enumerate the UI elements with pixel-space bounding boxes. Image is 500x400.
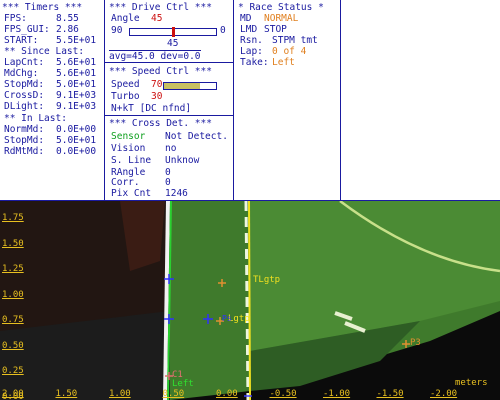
angle-value: 45	[151, 13, 163, 24]
fps-gui-label: FPS_GUI:	[4, 24, 50, 35]
speed-label: Speed	[111, 79, 140, 90]
sensor-value: Not Detect.	[165, 131, 228, 142]
since-last-header: ** Since Last:	[4, 46, 85, 57]
crossd-label: CrossD:	[4, 90, 45, 101]
cross-det-header: *** Cross Det. ***	[109, 118, 212, 129]
race-status-header: * Race Status *	[238, 2, 324, 13]
lap-label: Lap:	[240, 46, 263, 57]
rsn-label: Rsn.	[240, 35, 263, 46]
angle-label: Angle	[111, 13, 140, 24]
in-last-header: ** In Last:	[4, 113, 67, 124]
start-label: START:	[4, 35, 39, 46]
y-tick-label: 0.25	[2, 366, 24, 376]
lmd-value: STOP	[264, 24, 287, 35]
cross-divider	[105, 115, 233, 116]
drive-divider	[105, 62, 233, 63]
lmd-label: LMD	[240, 24, 258, 35]
telemetry-panel: *** Timers *** FPS: 8.55 FPS_GUI: 2.86 S…	[0, 0, 500, 200]
dlight-label: DLight:	[4, 101, 45, 112]
vision-value: no	[165, 143, 177, 154]
angle-slider[interactable]	[129, 27, 217, 37]
x-tick-label: -0.50	[269, 389, 297, 399]
lapcnt-value: 5.6E+01	[56, 57, 97, 68]
lap-value: 0 of 4	[272, 46, 307, 57]
y-tick-label: 0.75	[2, 315, 24, 325]
start-value: 5.5E+01	[56, 35, 97, 46]
angle-slider-max: 0	[220, 25, 226, 36]
lapcnt-label: LapCnt:	[4, 57, 45, 68]
x-tick-label: 1.00	[109, 389, 131, 399]
speed-value: 70	[151, 79, 163, 90]
tlgtp-label: TLgtp	[253, 275, 281, 285]
corr-value: 0	[165, 177, 171, 188]
angle-slider-thumb[interactable]	[172, 27, 175, 37]
fps-gui-value: 2.86	[56, 24, 79, 35]
angle-slider-value: 45	[167, 38, 179, 49]
x-tick-label: 0.00	[216, 389, 238, 399]
rdmtmd-value: 0.0E+00	[56, 146, 97, 157]
sline-label: S. Line	[111, 155, 152, 166]
turbo-label: Turbo	[111, 91, 140, 102]
fps-label: FPS:	[4, 13, 27, 24]
fps-value: 8.55	[56, 13, 79, 24]
normmd-value: 0.0E+00	[56, 124, 97, 135]
pixcnt-value: 1246	[165, 188, 188, 199]
y-tick-label: 1.00	[2, 289, 24, 300]
crossd-value: 9.1E+03	[56, 90, 97, 101]
stopmd2-value: 5.0E+01	[56, 135, 97, 146]
y-tick-label: 1.50	[2, 238, 24, 249]
angle-slider-min: 90	[111, 25, 123, 36]
dlight-value: 9.1E+03	[56, 101, 97, 112]
take-label: Take:	[240, 57, 269, 68]
rsn-value: STPM tmt	[272, 35, 318, 46]
speed-ctrl-header: *** Speed Ctrl ***	[109, 66, 212, 77]
speed-bar[interactable]	[163, 82, 217, 90]
mdchg-label: MdChg:	[4, 68, 39, 79]
stopmd2-label: StopMd:	[4, 135, 45, 146]
stopmd-value: 5.0E+01	[56, 79, 97, 90]
take-value: Left	[272, 57, 295, 68]
rdmtmd-label: RdMtMd:	[4, 146, 45, 157]
drive-ctrl-header: *** Drive Ctrl ***	[109, 2, 212, 13]
md-value: NORMAL	[264, 13, 299, 24]
y-tick-label: 1.75	[2, 213, 24, 223]
left-label: Left	[172, 379, 194, 389]
x-tick-label: 2.00	[2, 389, 24, 399]
corr-label: Corr.	[111, 177, 140, 188]
separator	[340, 0, 341, 200]
x-tick-label: -1.00	[323, 389, 351, 399]
speed-bar-fill	[164, 83, 201, 89]
x-tick-label: -2.00	[430, 389, 458, 399]
x-tick-label: 0.50	[162, 389, 185, 399]
timers-panel: *** Timers *** FPS: 8.55 FPS_GUI: 2.86 S…	[0, 0, 104, 200]
race-status-panel: * Race Status * MD NORMAL LMD STOP Rsn. …	[234, 0, 340, 200]
mdchg-value: 5.6E+01	[56, 68, 97, 79]
x-tick-label: -1.50	[376, 389, 404, 399]
drive-panel: *** Drive Ctrl *** Angle 45 90 0 45 avg=…	[105, 0, 233, 200]
y-tick-label: 1.25	[2, 264, 24, 274]
sensor-label: Sensor	[111, 131, 146, 142]
unit-label: meters	[455, 378, 488, 388]
p3-label: P3	[410, 338, 421, 348]
vision-label: Vision	[111, 143, 146, 154]
timers-header: *** Timers ***	[2, 2, 83, 13]
angle-stats: avg=45.0 dev=0.0	[109, 50, 201, 62]
c1-label: C1	[172, 370, 183, 380]
turbo-value: 30	[151, 91, 163, 102]
stopmd-label: StopMd:	[4, 79, 45, 90]
pixcnt-label: Pix Cnt	[111, 188, 152, 199]
sline-value: Unknow	[165, 155, 200, 166]
camera-scene	[0, 201, 500, 400]
y-tick-label: 0.50	[2, 340, 24, 351]
x-tick-label: 1.50	[55, 389, 78, 399]
md-label: MD	[240, 13, 252, 24]
nkt-status: N+kT [DC nfnd]	[111, 103, 192, 114]
ps-label: Ps	[222, 314, 232, 323]
camera-view: 1.75 1.50 1.25 1.00 0.75 0.50 0.25 0.00 2.00 1.5…	[0, 201, 500, 400]
normmd-label: NormMd:	[4, 124, 45, 135]
